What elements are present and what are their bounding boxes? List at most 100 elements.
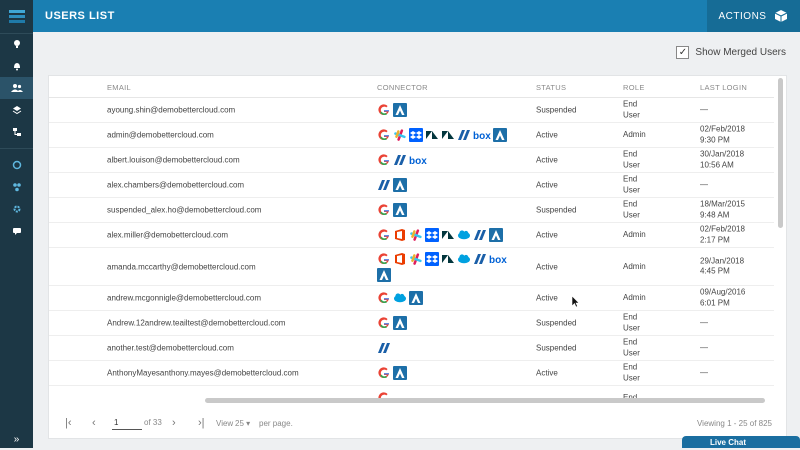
sidebar-groups-icon[interactable] (0, 176, 33, 198)
atlassian-icon[interactable] (489, 228, 503, 242)
atlassian-icon[interactable] (409, 291, 423, 305)
last-page-icon[interactable]: ›| (198, 417, 205, 429)
next-page-icon[interactable]: › (172, 417, 176, 429)
table-row[interactable]: admin@demobettercloud.com box Active Admin 0… (49, 123, 774, 148)
user-role: End User (623, 362, 640, 383)
sidebar-refresh-icon[interactable] (0, 154, 33, 176)
atlassian-icon[interactable] (377, 267, 391, 282)
slack-icon[interactable] (393, 128, 407, 142)
sidebar-layers-icon[interactable] (0, 99, 33, 121)
office-icon[interactable] (393, 228, 407, 242)
prev-page-icon[interactable]: ‹ (92, 417, 96, 429)
atlassian-icon[interactable] (393, 316, 407, 330)
dfs-icon[interactable] (377, 341, 391, 355)
merged-users-label: Show Merged Users (695, 47, 786, 58)
box-icon[interactable]: box (489, 252, 507, 266)
user-email[interactable]: ayoung.shin@demobettercloud.com (107, 106, 235, 115)
user-last-login: — (700, 367, 708, 377)
actions-button[interactable]: ACTIONS (707, 0, 800, 32)
google-icon[interactable] (377, 391, 391, 398)
column-last-login[interactable]: LAST LOGIN (700, 83, 747, 92)
google-icon[interactable] (377, 228, 391, 242)
sidebar-bell-icon[interactable] (0, 55, 33, 77)
horizontal-scrollbar[interactable] (205, 398, 765, 403)
table-row[interactable]: albert.louison@demobettercloud.com box Act… (49, 148, 774, 173)
dropbox-icon[interactable] (409, 128, 423, 142)
zendesk-icon[interactable] (425, 128, 439, 142)
user-email[interactable]: admin@demobettercloud.com (107, 131, 214, 140)
box-icon[interactable]: box (409, 153, 427, 167)
zendesk-icon[interactable] (441, 252, 455, 266)
atlassian-icon[interactable] (393, 103, 407, 117)
user-last-login: 29/Jan/2018 4:45 PM (700, 256, 745, 276)
user-email[interactable]: albert.louison@demobettercloud.com (107, 156, 240, 165)
table-row[interactable]: another.test@demobettercloud.com Suspende… (49, 336, 774, 361)
merged-users-checkbox[interactable]: ✓ (676, 46, 690, 59)
table-row[interactable]: Andrew.12andrew.teailtest@demobetterclou… (49, 311, 774, 336)
connector-icons (377, 203, 507, 217)
sidebar-settings-icon[interactable] (0, 198, 33, 220)
dfs-icon[interactable] (377, 178, 391, 192)
dfs-icon[interactable] (473, 228, 487, 242)
atlassian-icon[interactable] (393, 178, 407, 192)
google-icon[interactable] (377, 103, 391, 117)
user-email[interactable]: another.test@demobettercloud.com (107, 344, 234, 353)
page-title: USERS LIST (45, 10, 115, 22)
atlassian-icon[interactable] (493, 128, 507, 142)
live-chat-button[interactable]: Live Chat (682, 436, 800, 448)
google-icon[interactable] (377, 252, 391, 266)
slack-icon[interactable] (409, 252, 423, 266)
table-row[interactable]: amanda.mccarthy@demobettercloud.com box Ac… (49, 248, 774, 286)
sidebar-chat-icon[interactable] (0, 220, 33, 242)
user-email[interactable]: suspended_alex.ho@demobettercloud.com (107, 206, 261, 215)
dropbox-icon[interactable] (425, 251, 439, 266)
column-role[interactable]: ROLE (623, 83, 645, 92)
google-icon[interactable] (377, 316, 391, 330)
google-icon[interactable] (377, 366, 391, 380)
google-icon[interactable] (377, 128, 391, 142)
salesforce-icon[interactable] (457, 228, 471, 242)
dfs-icon[interactable] (457, 128, 471, 142)
dfs-icon[interactable] (473, 252, 487, 266)
per-page-select[interactable]: 25 ▾ (235, 419, 250, 428)
google-icon[interactable] (377, 291, 391, 305)
user-email[interactable]: alex.chambers@demobettercloud.com (107, 181, 244, 190)
user-email[interactable]: AnthonyMayesanthony.mayes@demobetterclou… (107, 369, 299, 378)
google-icon[interactable] (377, 153, 391, 167)
salesforce-icon[interactable] (393, 291, 407, 305)
user-email[interactable]: Andrew.12andrew.teailtest@demobetterclou… (107, 319, 285, 328)
sidebar-bulb-icon[interactable] (0, 33, 33, 55)
office-icon[interactable] (393, 252, 407, 266)
user-status: Suspended (536, 105, 577, 115)
slack-icon[interactable] (409, 228, 423, 242)
box-icon[interactable]: box (473, 128, 491, 142)
column-connector[interactable]: CONNECTOR (377, 83, 428, 92)
column-status[interactable]: STATUS (536, 83, 566, 92)
sidebar-users-icon[interactable] (0, 77, 33, 99)
table-row[interactable]: andrew.mcgonnigle@demobettercloud.com Act… (49, 286, 774, 311)
table-row[interactable]: suspended_alex.ho@demobettercloud.com Sus… (49, 198, 774, 223)
merged-users-toggle[interactable]: ✓ Show Merged Users (676, 46, 786, 59)
google-icon[interactable] (377, 203, 391, 217)
page-number-input[interactable] (112, 416, 142, 430)
user-email[interactable]: alex.miller@demobettercloud.com (107, 231, 228, 240)
zendesk-icon[interactable] (441, 128, 455, 142)
vertical-scrollbar[interactable] (778, 78, 783, 228)
table-row[interactable]: alex.miller@demobettercloud.com Active Adm… (49, 223, 774, 248)
zendesk-icon[interactable] (441, 228, 455, 242)
first-page-icon[interactable]: |‹ (65, 417, 72, 429)
salesforce-icon[interactable] (457, 252, 471, 266)
table-row[interactable]: AnthonyMayesanthony.mayes@demobetterclou… (49, 361, 774, 386)
table-row[interactable]: End (49, 386, 774, 398)
sidebar-expand-icon[interactable]: » (0, 428, 33, 450)
dfs-icon[interactable] (393, 153, 407, 167)
dropbox-icon[interactable] (425, 228, 439, 242)
user-email[interactable]: andrew.mcgonnigle@demobettercloud.com (107, 294, 261, 303)
table-row[interactable]: ayoung.shin@demobettercloud.com Suspended… (49, 98, 774, 123)
sidebar-workflow-icon[interactable] (0, 121, 33, 143)
atlassian-icon[interactable] (393, 366, 407, 380)
user-email[interactable]: amanda.mccarthy@demobettercloud.com (107, 262, 256, 271)
column-email[interactable]: EMAIL (107, 83, 131, 92)
table-row[interactable]: alex.chambers@demobettercloud.com Active E… (49, 173, 774, 198)
atlassian-icon[interactable] (393, 203, 407, 217)
